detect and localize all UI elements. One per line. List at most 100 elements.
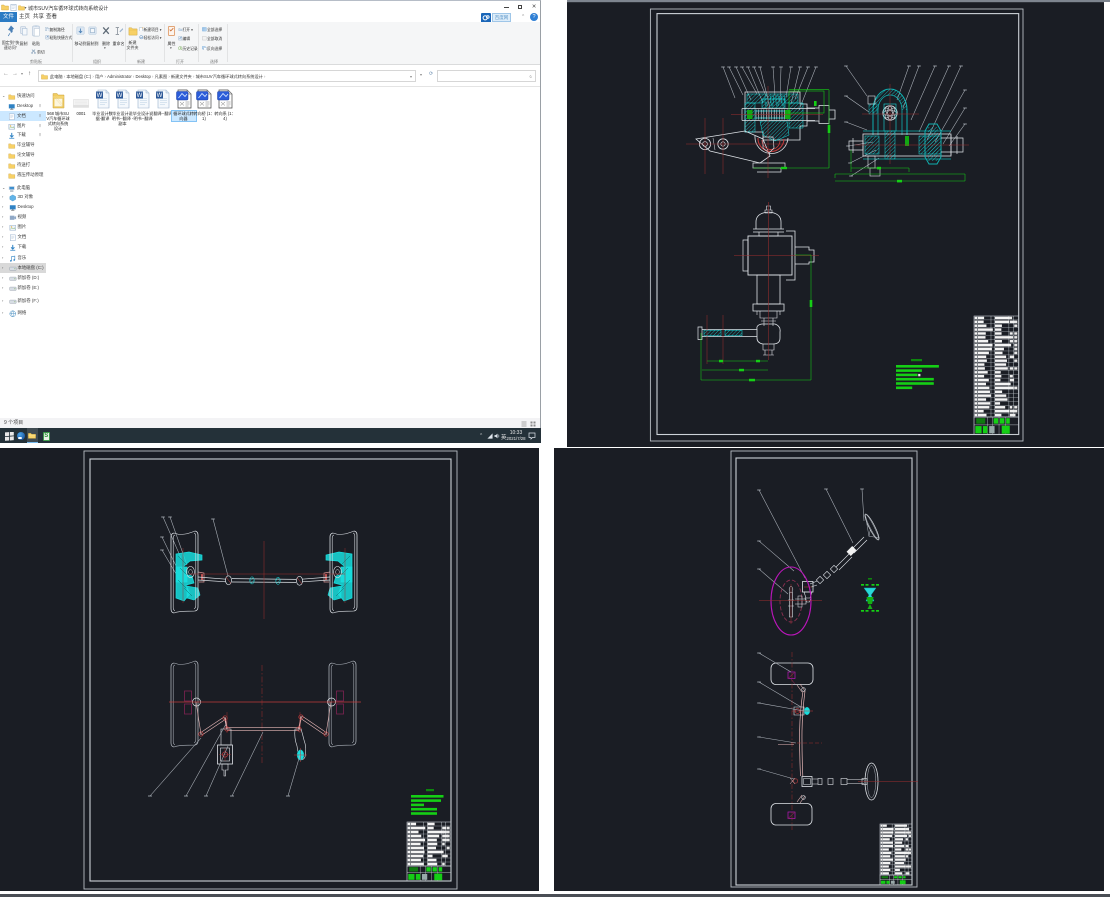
quick-access-icon xyxy=(8,94,15,100)
sidebar-item-2[interactable]: 图片 ✎ xyxy=(0,121,47,131)
file-item-8[interactable]: 转向系 (1：4) xyxy=(213,89,237,121)
search-box[interactable]: ⌕ xyxy=(437,70,536,82)
invert-selection-button[interactable]: 反向选择 xyxy=(202,45,222,52)
recent-locations-icon[interactable]: ▾ xyxy=(21,71,23,76)
sidebar-pc-item-8[interactable]: › 新加卷 (D:) xyxy=(0,273,47,283)
sidebar-item-0[interactable]: Desktop ✎ xyxy=(0,101,47,111)
tray-network-icon[interactable] xyxy=(487,433,493,439)
breadcrumb-item[interactable]: Administrator xyxy=(107,74,132,79)
file-item-0[interactable]: 568 城市SUV汽车循环球式转向系统设计 xyxy=(46,89,70,131)
sidebar-pc-item-7[interactable]: › 本地磁盘 (C:) xyxy=(0,262,47,273)
forward-button[interactable]: → xyxy=(12,71,18,77)
sidebar-pc-item-6[interactable]: › 音乐 xyxy=(0,253,47,263)
history-button[interactable]: 历史记录 xyxy=(178,45,198,52)
sidebar-item-3[interactable]: 下载 ✎ xyxy=(0,130,47,140)
tab-view[interactable]: 查看 xyxy=(45,12,58,22)
breadcrumb-item[interactable]: 本地磁盘 (C:) xyxy=(66,74,91,79)
down-icon xyxy=(10,245,16,252)
pin-icon: ✎ xyxy=(37,131,43,138)
quick-access-properties-icon[interactable] xyxy=(10,3,17,11)
action-center-icon[interactable] xyxy=(528,432,536,440)
address-history-icon[interactable]: ▾ xyxy=(420,72,422,77)
new-folder-icon xyxy=(128,27,138,36)
sidebar-pc-item-5[interactable]: › 下载 xyxy=(0,242,47,252)
sidebar-pc-item-3[interactable]: › 图片 xyxy=(0,222,47,232)
tab-share[interactable]: 共享 xyxy=(32,12,45,22)
thumbnail-view-icon[interactable] xyxy=(530,421,536,427)
group-label-organize: 组织 xyxy=(93,58,101,64)
sidebar-pc-item-9[interactable]: › 新加卷 (E:) xyxy=(0,283,47,293)
sidebar-quick-access[interactable]: ⌄ 快速访问 xyxy=(0,91,47,101)
quick-access-dropdown-icon[interactable]: ▾ xyxy=(25,5,27,10)
sidebar-pc-item-4[interactable]: › 文档 xyxy=(0,232,47,242)
new-folder-button[interactable]: 新建 文件夹 xyxy=(124,40,141,50)
taskbar-clock[interactable]: 10:33 2021/7/28 xyxy=(504,430,528,442)
3d-icon xyxy=(9,194,16,202)
start-button[interactable] xyxy=(5,432,14,441)
sidebar-item-label: 下载 xyxy=(17,244,27,250)
sidebar-pc-item-0[interactable]: › 3D 对象 xyxy=(0,192,47,202)
address-bar[interactable]: 此电脑 › 本地磁盘 (C:) › 用户 › Administrator › D… xyxy=(38,70,416,82)
select-all-button[interactable]: 全部选择 xyxy=(202,27,222,33)
close-button[interactable]: ✕ xyxy=(527,2,541,12)
edit-button[interactable]: 编辑 xyxy=(178,36,190,42)
taskbar-app-icon[interactable]: S xyxy=(42,431,50,441)
svg-text:W: W xyxy=(116,93,122,99)
sidebar-extra-drive[interactable]: › 新加卷 (F:) xyxy=(0,296,47,306)
sidebar-pc-item-1[interactable]: › Desktop xyxy=(0,202,47,212)
music-icon xyxy=(10,255,16,262)
copy-path-button[interactable]: 复制路径 xyxy=(45,26,65,33)
sidebar-item-7[interactable]: 液压传动原理 xyxy=(0,170,47,180)
breadcrumb-item[interactable]: 此电脑 xyxy=(50,74,63,79)
disk-icon xyxy=(9,286,17,291)
tray-chevron-icon[interactable]: ⌃ xyxy=(479,433,483,439)
baidu-netdisk-icon[interactable] xyxy=(481,12,491,23)
group-label-new: 新建 xyxy=(137,58,145,64)
cut-button[interactable]: 剪切 xyxy=(31,48,45,55)
breadcrumb-item[interactable]: 凡素图 xyxy=(155,74,168,79)
breadcrumb-item[interactable]: 城市SUV汽车循环球式转向系统设计 xyxy=(196,74,263,79)
properties-button[interactable]: 属性 xyxy=(164,41,179,46)
help-icon[interactable]: ? xyxy=(530,13,538,21)
sidebar-item-1[interactable]: 文档 ✎ xyxy=(0,110,47,121)
breadcrumb[interactable]: 此电脑 › 本地磁盘 (C:) › 用户 › Administrator › D… xyxy=(50,72,265,82)
back-button[interactable]: ← xyxy=(3,71,9,77)
sidebar-this-pc[interactable]: ⌄ 此电脑 xyxy=(0,183,47,193)
breadcrumb-item[interactable]: 新建文件夹 xyxy=(171,74,192,79)
minimize-button[interactable] xyxy=(499,2,513,12)
easy-access-button[interactable]: 轻松访问 ▾ xyxy=(139,35,162,41)
breadcrumb-separator[interactable]: › xyxy=(263,74,265,79)
sidebar-pc-item-2[interactable]: › 视频 xyxy=(0,212,47,222)
taskbar-explorer-active[interactable] xyxy=(26,428,38,444)
paste-shortcut-button[interactable]: 粘贴快捷方式 xyxy=(45,35,72,41)
open-button[interactable]: 打开 ▾ xyxy=(178,27,193,33)
new-item-button[interactable]: 新建项目 ▾ xyxy=(139,26,162,33)
tab-file[interactable]: 文件 xyxy=(0,12,17,22)
refresh-icon[interactable]: ⟳ xyxy=(429,71,433,77)
sidebar-item-5[interactable]: 论文辅导 xyxy=(0,150,47,160)
up-button[interactable]: ↑ xyxy=(28,71,31,77)
file-item-1[interactable]: 0001 xyxy=(69,89,93,116)
properties-dropdown-icon[interactable]: ▾ xyxy=(170,46,172,50)
select-none-button[interactable]: 全部取消 xyxy=(202,36,222,42)
paste-button[interactable]: 粘贴 xyxy=(29,41,43,46)
delete-dropdown-icon[interactable]: ▾ xyxy=(104,46,106,50)
file-explorer-window: ▾ 城市SUV汽车循环球式转向系统设计 ✕ 文件 主页 共享 查看 百度网盘 ⌃… xyxy=(0,0,541,444)
sidebar-item-4[interactable]: 毕业辅导 xyxy=(0,140,47,150)
taskbar-browser-icon[interactable] xyxy=(16,432,25,440)
tray-volume-icon[interactable] xyxy=(494,433,501,439)
maximize-button[interactable] xyxy=(513,2,527,12)
tab-home[interactable]: 主页 xyxy=(18,12,31,22)
copy-to-button[interactable]: 复制到 xyxy=(85,41,100,46)
ribbon-collapse-icon[interactable]: ⌃ xyxy=(521,14,525,20)
item-count: 9 个项目 xyxy=(4,420,24,426)
details-view-icon[interactable] xyxy=(521,421,527,427)
sidebar-network[interactable]: › 网络 xyxy=(0,308,47,318)
breadcrumb-item[interactable]: Desktop xyxy=(135,74,150,79)
address-dropdown-icon[interactable]: ▾ xyxy=(410,74,412,79)
baidu-netdisk-badge[interactable]: 百度网盘 xyxy=(492,13,511,27)
sidebar-item-label: 图片 xyxy=(17,122,26,128)
quick-access-newfolder-icon[interactable] xyxy=(17,4,25,11)
sidebar-item-6[interactable]: 待送打 xyxy=(0,160,47,170)
sidebar-item-label: 新加卷 (D:) xyxy=(17,274,40,280)
